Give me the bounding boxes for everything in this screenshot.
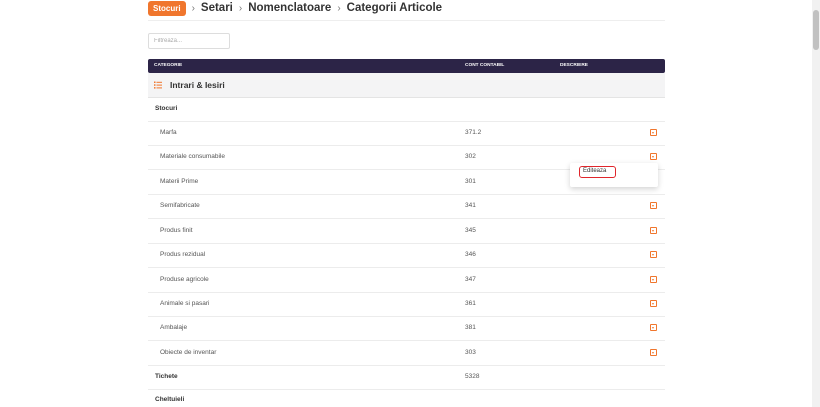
header-divider (148, 20, 665, 21)
header-cont-contabil: CONT CONTABIL (465, 63, 505, 68)
breadcrumb-setari[interactable]: Setari (201, 2, 233, 14)
category-row-cheltuieli: Cheltuieli (148, 388, 665, 407)
chevron-down-icon (652, 229, 654, 232)
category-name: Cheltuieli (155, 396, 185, 403)
list-icon (154, 81, 162, 89)
row-context-menu: Editeaza (570, 163, 658, 187)
breadcrumb-nomenclatoare[interactable]: Nomenclatoare (248, 2, 331, 14)
article-name: Obiecte de inventar (160, 349, 217, 356)
cont-contabil: 361 (465, 300, 476, 307)
cont-contabil: 371.2 (465, 129, 482, 136)
chevron-down-icon (652, 302, 654, 305)
cont-contabil: 301 (465, 178, 476, 185)
article-name: Produs rezidual (160, 251, 206, 258)
scrollbar-thumb[interactable] (813, 10, 819, 50)
table-row: Marfa 371.2 (148, 121, 665, 146)
chevron-down-icon (652, 155, 654, 158)
chevron-down-icon (652, 278, 654, 281)
cont-contabil: 381 (465, 324, 476, 331)
chevron-down-icon (652, 253, 654, 256)
category-name: Stocuri (155, 105, 178, 112)
category-row-stocuri: Stocuri (148, 97, 665, 122)
chevron-down-icon (652, 131, 654, 134)
table-row: Produs finit 345 (148, 219, 665, 244)
cont-contabil: 302 (465, 153, 476, 160)
filter-input[interactable] (148, 33, 230, 49)
group-row-intrari-iesiri[interactable]: Intrari & Iesiri (148, 73, 665, 98)
category-name: Tichete (155, 373, 178, 380)
breadcrumb-separator: › (337, 2, 341, 14)
header-descriere: DESCRIERE (560, 63, 588, 68)
article-name: Materiale consumabile (160, 153, 226, 160)
page-title: Categorii Articole (346, 2, 443, 14)
row-menu-button[interactable] (650, 227, 657, 234)
row-menu-button[interactable] (650, 324, 657, 331)
article-name: Produs finit (160, 227, 193, 234)
chevron-down-icon (652, 326, 654, 329)
article-name: Animale si pasari (160, 300, 210, 307)
edit-menu-item[interactable]: Editeaza (579, 166, 616, 178)
article-name: Marfa (160, 129, 177, 136)
cont-contabil: 303 (465, 349, 476, 356)
row-menu-button[interactable] (650, 349, 657, 356)
article-name: Produse agricole (160, 276, 209, 283)
cont-contabil: 347 (465, 276, 476, 283)
scrollbar[interactable] (812, 0, 820, 407)
row-menu-button[interactable] (650, 129, 657, 136)
breadcrumb-separator: › (238, 2, 243, 14)
category-row-tichete: Tichete 5328 (148, 365, 665, 390)
article-name: Materii Prime (160, 178, 199, 185)
group-label: Intrari & Iesiri (170, 80, 225, 90)
header-categorie: CATEGORIE (154, 63, 183, 68)
table-row: Produse agricole 347 (148, 268, 665, 293)
chevron-down-icon (652, 351, 654, 354)
article-name: Semifabricate (160, 202, 200, 209)
breadcrumb-separator: › (191, 2, 195, 14)
article-name: Ambalaje (160, 324, 188, 331)
chevron-down-icon (652, 204, 654, 207)
cont-contabil: 345 (465, 227, 476, 234)
row-menu-button[interactable] (650, 300, 657, 307)
row-menu-button[interactable] (650, 251, 657, 258)
cont-contabil: 5328 (465, 373, 480, 380)
table-row: Ambalaje 381 (148, 316, 665, 341)
row-menu-button[interactable] (650, 276, 657, 283)
table-header: CATEGORIE CONT CONTABIL DESCRIERE (148, 59, 665, 73)
cont-contabil: 341 (465, 202, 476, 209)
row-menu-button[interactable] (650, 202, 657, 209)
table-row: Semifabricate 341 (148, 194, 665, 219)
table-row: Animale si pasari 361 (148, 292, 665, 317)
row-menu-button[interactable] (650, 153, 657, 160)
breadcrumb: Stocuri › Setari › Nomenclatoare › Categ… (148, 0, 442, 16)
cont-contabil: 346 (465, 251, 476, 258)
table-row: Obiecte de inventar 303 (148, 341, 665, 366)
breadcrumb-module-badge[interactable]: Stocuri (148, 0, 186, 16)
table-row: Produs rezidual 346 (148, 243, 665, 268)
